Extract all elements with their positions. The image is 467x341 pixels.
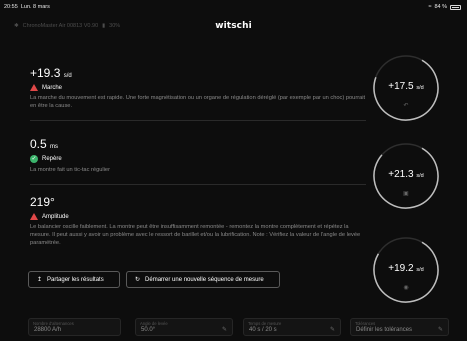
watch-face-icon: ▣ <box>403 191 409 197</box>
warning-icon <box>30 84 38 91</box>
status-right: ≈ 84 % <box>428 4 461 10</box>
position-gauge-3[interactable]: +19.2 s/d ◉ <box>370 234 442 306</box>
status-bar: 20:55 Lun. 8 mars ≈ 84 % <box>0 0 467 14</box>
beat-error-section: 0.5 ms ✓ Repère La montre fait un tic-ta… <box>30 137 366 174</box>
gauge-value: +19.2 s/d <box>388 263 424 274</box>
status-time: 20:55 Lun. 8 mars <box>4 4 50 10</box>
check-icon: ✓ <box>30 155 38 163</box>
tolerances-field[interactable]: Tolérances Définir les tolérances ✎ <box>350 318 449 336</box>
warning-icon <box>30 213 38 220</box>
amplitude-value: 219° <box>30 195 55 209</box>
battery-icon <box>450 4 461 10</box>
measurement-time-value: 40 s / 20 s <box>249 327 277 333</box>
beat-error-value: 0.5 ms <box>30 137 59 151</box>
edit-icon[interactable]: ✎ <box>438 326 443 333</box>
edit-icon[interactable]: ✎ <box>222 326 227 333</box>
beat-rate-field[interactable]: Nombre d'alternances 28800 A/h <box>28 318 121 336</box>
lift-angle-value: 50.0° <box>141 327 156 333</box>
rate-label: Marche <box>30 84 366 91</box>
measurement-time-label: Temps de mesure <box>248 321 282 326</box>
edit-icon[interactable]: ✎ <box>330 326 335 333</box>
share-icon: ↥ <box>37 277 43 283</box>
beat-error-description: La montre fait un tic-tac régulier <box>30 167 110 173</box>
share-results-button[interactable]: ↥ Partager les résultats <box>28 271 120 288</box>
tolerances-label: Tolérances <box>355 321 376 326</box>
clockwise-arrow-icon: ↶ <box>403 103 409 109</box>
gauge-value: +21.3 s/d <box>388 169 424 180</box>
beat-rate-label: Nombre d'alternances <box>33 321 74 326</box>
rate-value: +19.3 s/d <box>30 66 72 80</box>
amplitude-label: Amplitude <box>30 213 366 220</box>
beat-rate-value: 28800 A/h <box>34 327 62 333</box>
restart-icon: ↻ <box>135 277 141 283</box>
witschi-logo: witschi <box>215 21 252 31</box>
battery-percent: 84 % <box>434 4 447 10</box>
lift-angle-label: Angle de levée <box>140 321 168 326</box>
amplitude-section: 219° Amplitude Le balancier oscille faib… <box>30 195 366 247</box>
divider <box>30 184 366 185</box>
divider <box>30 120 366 121</box>
lift-angle-field[interactable]: Angle de levée 50.0° ✎ <box>135 318 233 336</box>
beat-error-label: ✓ Repère <box>30 155 62 163</box>
tolerances-value: Définir les tolérances <box>356 327 413 333</box>
gauge-value: +17.5 s/d <box>388 81 424 92</box>
restart-sequence-button[interactable]: ↻ Démarrer une nouvelle séquence de mesu… <box>126 271 280 288</box>
measurement-time-field[interactable]: Temps de mesure 40 s / 20 s ✎ <box>243 318 341 336</box>
app-header: ✱ ChronoMaster Air 00813 V0.90 ▮ 30% wit… <box>0 14 467 36</box>
position-gauge-1[interactable]: +17.5 s/d ↶ <box>370 52 442 124</box>
rate-description: La marche du mouvement est rapide. Une f… <box>30 95 366 109</box>
watch-crown-icon: ◉ <box>403 285 409 291</box>
wifi-icon: ≈ <box>428 4 432 10</box>
position-gauge-2[interactable]: +21.3 s/d ▣ <box>370 140 442 212</box>
amplitude-description: Le balancier oscille faiblement. La mont… <box>30 224 361 246</box>
rate-section: +19.3 s/d Marche La marche du mouvement … <box>30 66 366 110</box>
